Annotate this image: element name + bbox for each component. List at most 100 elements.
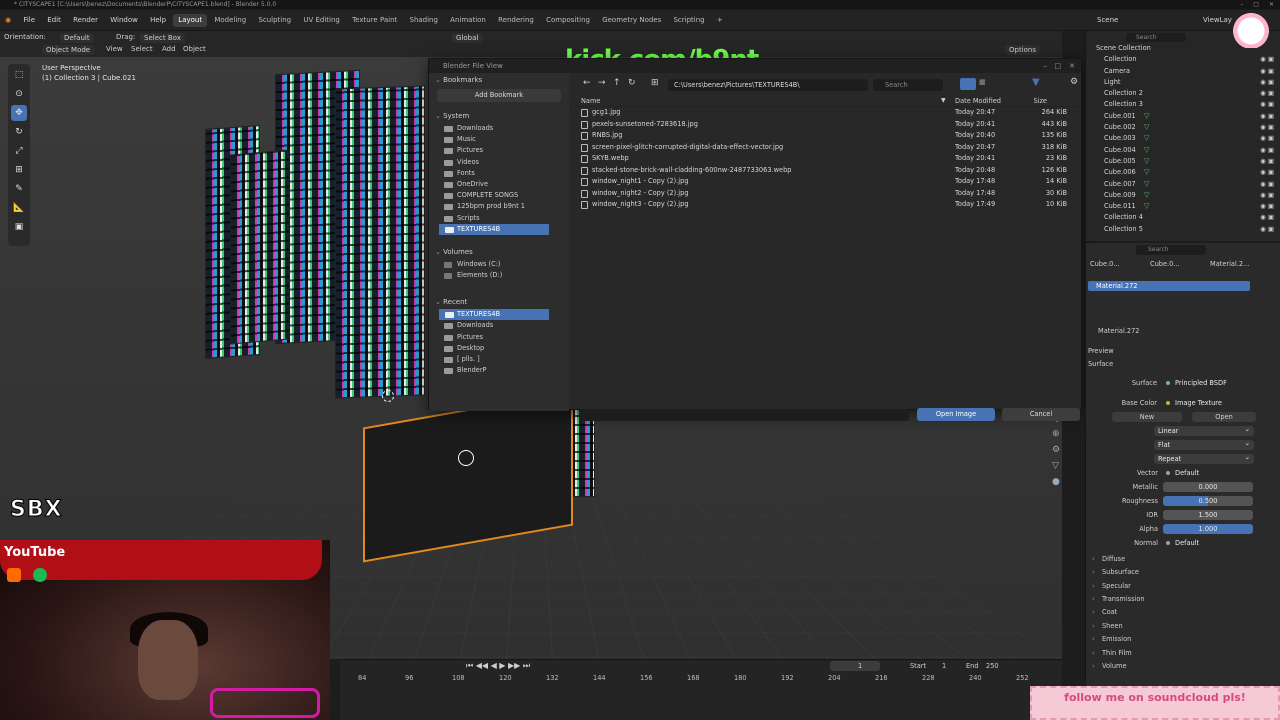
file-row[interactable]: screen-pixel-glitch-corrupted-digital-da… xyxy=(575,142,1081,154)
outliner-item[interactable]: Camera ◉ ▣ xyxy=(1086,66,1280,77)
options-dropdown[interactable]: Options xyxy=(1005,45,1041,55)
measure-tool-icon[interactable]: 📐 xyxy=(11,200,27,216)
rotate-tool-icon[interactable]: ↻ xyxy=(11,124,27,140)
visibility-eye-icon[interactable]: ◉ ▣ xyxy=(1260,77,1274,88)
outliner-item[interactable]: Cube.007 ▽ ◉ ▣ xyxy=(1086,179,1280,190)
volumes-header[interactable]: Volumes xyxy=(429,245,569,259)
sidebar-item-scripts[interactable]: Scripts xyxy=(429,213,569,224)
menu-render[interactable]: Render xyxy=(68,10,103,31)
minimize-icon[interactable]: – xyxy=(1240,0,1243,9)
outliner-item[interactable]: Cube.009 ▽ ◉ ▣ xyxy=(1086,190,1280,201)
sidebar-item-fonts[interactable]: Fonts xyxy=(429,168,569,179)
recent-item-downloads[interactable]: Downloads xyxy=(429,320,569,331)
viewport-side-tools[interactable]: ✋⊕⚙▽● xyxy=(1052,410,1062,490)
back-arrow-icon[interactable]: ← xyxy=(583,78,591,88)
open-image-button[interactable]: Open Image xyxy=(917,408,995,421)
visibility-eye-icon[interactable]: ◉ ▣ xyxy=(1260,190,1274,201)
subsection-subsurface[interactable]: Subsurface xyxy=(1086,566,1280,580)
add-workspace-button[interactable]: + xyxy=(712,10,728,31)
recent-item-desktop[interactable]: Desktop xyxy=(429,343,569,354)
volume-d[interactable]: Elements (D:) xyxy=(429,270,569,281)
subsection-sheen[interactable]: Sheen xyxy=(1086,620,1280,634)
playback-controls[interactable]: ⏮ ◀◀ ◀ ▶ ▶▶ ⏭ xyxy=(466,661,530,671)
menu-file[interactable]: File xyxy=(18,10,40,31)
file-row[interactable]: gcg1.jpg Today 20:47 264 KiB xyxy=(575,107,1081,119)
subsection-volume[interactable]: Volume xyxy=(1086,660,1280,674)
outliner-item[interactable]: Collection 2 ◉ ▣ xyxy=(1086,88,1280,99)
file-row[interactable]: window_night2 - Copy (2).jpg Today 17:48 3… xyxy=(575,188,1081,200)
annotate-tool-icon[interactable]: ✎ xyxy=(11,181,27,197)
subsection-transmission[interactable]: Transmission xyxy=(1086,593,1280,607)
visibility-eye-icon[interactable]: ◉ ▣ xyxy=(1260,212,1274,223)
filename-input[interactable] xyxy=(579,409,909,421)
visibility-eye-icon[interactable]: ◉ ▣ xyxy=(1260,122,1274,133)
subsection-diffuse[interactable]: Diffuse xyxy=(1086,553,1280,567)
sidebar-item-onedrive[interactable]: OneDrive xyxy=(429,179,569,190)
properties-search-input[interactable]: Search xyxy=(1136,245,1206,255)
vector-value[interactable]: Default xyxy=(1163,468,1253,478)
tab-sculpting[interactable]: Sculpting xyxy=(253,10,296,31)
thumbnail-view-icon[interactable]: ▦ xyxy=(979,78,986,86)
scale-tool-icon[interactable]: ⤢ xyxy=(11,143,27,159)
building-mesh[interactable] xyxy=(230,149,290,345)
menu-window[interactable]: Window xyxy=(105,10,143,31)
filter-icon[interactable]: ▼ xyxy=(1032,77,1040,88)
minimize-icon[interactable]: – xyxy=(1044,59,1048,73)
visibility-eye-icon[interactable]: ◉ ▣ xyxy=(1260,111,1274,122)
tab-scripting[interactable]: Scripting xyxy=(668,10,709,31)
start-value[interactable]: 1 xyxy=(942,662,946,670)
subsection-coat[interactable]: Coat xyxy=(1086,606,1280,620)
current-frame-field[interactable]: 1 xyxy=(830,661,880,671)
building-mesh[interactable] xyxy=(335,85,425,399)
outliner-item[interactable]: Cube.011 ▽ ◉ ▣ xyxy=(1086,201,1280,212)
gear-icon[interactable]: ⚙ xyxy=(1070,77,1078,87)
menu-select[interactable]: Select xyxy=(131,45,153,53)
close-icon[interactable]: ✕ xyxy=(1269,0,1274,9)
orientation-dropdown[interactable]: Default xyxy=(60,33,94,43)
add-cube-tool-icon[interactable]: ▣ xyxy=(11,219,27,235)
outliner-item[interactable]: Collection 3 ◉ ▣ xyxy=(1086,99,1280,110)
file-search-input[interactable]: Search xyxy=(873,79,943,91)
breadcrumb-mesh[interactable]: Cube.0... xyxy=(1150,260,1180,268)
visibility-eye-icon[interactable]: ◉ ▣ xyxy=(1260,156,1274,167)
visibility-eye-icon[interactable]: ◉ ▣ xyxy=(1260,133,1274,144)
base-color-value[interactable]: Image Texture xyxy=(1163,398,1253,408)
scene-selector[interactable]: Scene xyxy=(1092,10,1123,31)
parent-directory-icon[interactable]: ↑ xyxy=(613,78,621,88)
breadcrumb-object[interactable]: Cube.0... xyxy=(1090,260,1120,268)
tab-uv-editing[interactable]: UV Editing xyxy=(298,10,345,31)
metallic-slider[interactable]: 0.000 xyxy=(1163,481,1253,492)
tab-animation[interactable]: Animation xyxy=(445,10,491,31)
outliner-item[interactable]: Cube.002 ▽ ◉ ▣ xyxy=(1086,122,1280,133)
bookmarks-header[interactable]: Bookmarks xyxy=(429,73,569,87)
maximize-icon[interactable]: □ xyxy=(1253,0,1259,9)
move-tool-icon[interactable]: ✥ xyxy=(11,105,27,121)
subsection-specular[interactable]: Specular xyxy=(1086,580,1280,594)
sidebar-item-125bpm[interactable]: 125bpm prod b9nt 1 xyxy=(429,201,569,212)
directory-path-field[interactable]: C:\Users\benez\Pictures\TEXTURES4B\ xyxy=(668,79,868,91)
material-slot-item[interactable]: Material.272 xyxy=(1088,281,1250,291)
outliner-item[interactable]: Cube.005 ▽ ◉ ▣ xyxy=(1086,156,1280,167)
recent-item-pictures[interactable]: Pictures xyxy=(429,332,569,343)
tab-compositing[interactable]: Compositing xyxy=(541,10,595,31)
sidebar-item-music[interactable]: Music xyxy=(429,134,569,145)
column-size[interactable]: Size xyxy=(1033,95,1047,107)
visibility-eye-icon[interactable]: ◉ ▣ xyxy=(1260,179,1274,190)
roughness-slider[interactable]: 0.500 xyxy=(1163,495,1253,506)
outliner-item[interactable]: Cube.001 ▽ ◉ ▣ xyxy=(1086,111,1280,122)
visibility-eye-icon[interactable]: ◉ ▣ xyxy=(1260,88,1274,99)
subsection-thin-film[interactable]: Thin Film xyxy=(1086,647,1280,661)
preview-section[interactable]: Preview xyxy=(1086,345,1280,359)
timeline-ruler[interactable]: 84 96 108 120 132 144 156 168 180 192 204 216 228 240… xyxy=(340,674,1062,686)
gizmo-pivot-icon[interactable] xyxy=(458,450,474,466)
projection-dropdown[interactable]: Flat xyxy=(1154,438,1254,450)
visibility-eye-icon[interactable]: ◉ ▣ xyxy=(1260,99,1274,110)
interpolation-dropdown[interactable]: Linear xyxy=(1154,424,1254,436)
blender-logo-icon[interactable]: ◉ xyxy=(0,10,16,31)
outliner-item[interactable]: Cube.003 ▽ ◉ ▣ xyxy=(1086,133,1280,144)
alpha-slider[interactable]: 1.000 xyxy=(1163,523,1253,534)
material-name[interactable]: Material.272 xyxy=(1098,327,1139,335)
add-bookmark-button[interactable]: Add Bookmark xyxy=(437,89,561,102)
volume-c[interactable]: Windows (C:) xyxy=(429,259,569,270)
tab-geometry-nodes[interactable]: Geometry Nodes xyxy=(597,10,666,31)
